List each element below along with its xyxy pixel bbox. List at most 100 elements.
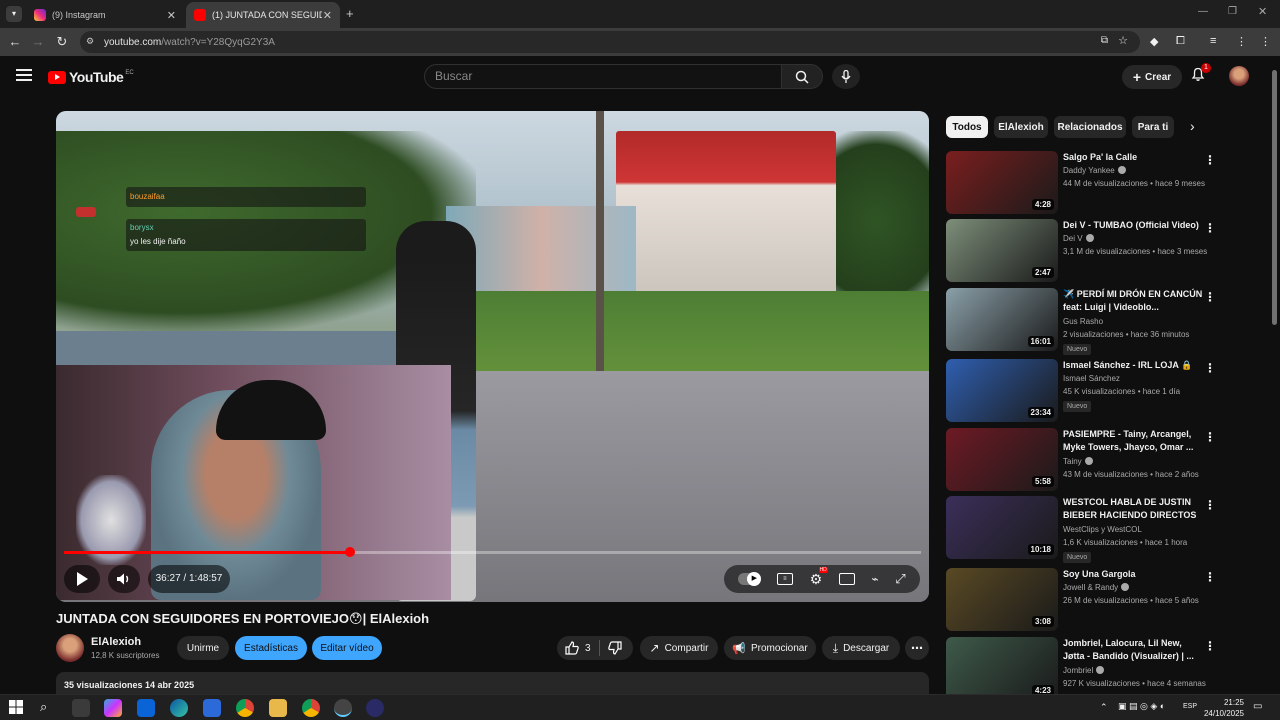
- video-player[interactable]: bouzaifaa borysx yo les dije ñaño 36:27 …: [56, 111, 929, 602]
- close-icon[interactable]: ✕: [167, 9, 176, 22]
- video-thumbnail[interactable]: 5:58: [946, 428, 1058, 491]
- chrome-icon[interactable]: [236, 699, 254, 717]
- windows-start-icon[interactable]: [8, 699, 26, 717]
- thumbs-down-icon[interactable]: [607, 641, 622, 655]
- chrome-profile-icon[interactable]: [302, 699, 320, 717]
- promote-button[interactable]: 📢 Promocionar: [724, 636, 816, 660]
- bookmark-star-icon[interactable]: ☆: [1118, 34, 1128, 47]
- rec-title[interactable]: Ismael Sánchez - IRL LOJA 🔒: [1063, 359, 1203, 372]
- settings-gear-icon[interactable]: ⚙ HD: [810, 566, 828, 588]
- kebab-menu-icon[interactable]: ⋮: [1204, 639, 1216, 653]
- video-thumbnail[interactable]: 3:08: [946, 568, 1058, 631]
- rec-channel[interactable]: WestClips y WestCOL: [1063, 525, 1142, 534]
- active-app-icon[interactable]: [334, 699, 352, 717]
- tab-youtube[interactable]: (1) JUNTADA CON SEGUIDORES ✕: [186, 2, 340, 28]
- rec-channel[interactable]: Dei V: [1063, 234, 1094, 243]
- recommendation-item[interactable]: 2:47 Dei V - TUMBAO (Official Video) Dei V…: [946, 219, 1266, 283]
- chip-for-you[interactable]: Para ti: [1132, 116, 1174, 138]
- progress-bar[interactable]: [64, 547, 921, 557]
- url-field[interactable]: ⚙ youtube.com/watch?v=Y28QyqG2Y3A ⧉ ☆: [80, 31, 1140, 53]
- rec-channel[interactable]: Jombriel: [1063, 666, 1105, 675]
- chip-related[interactable]: Relacionados: [1054, 116, 1126, 138]
- back-button[interactable]: ←: [3, 34, 27, 49]
- task-view-icon[interactable]: [72, 699, 90, 717]
- recommendation-item[interactable]: 16:01 ✈️ PERDÍ MI DRÓN EN CANCÚN feat: Lu…: [946, 288, 1266, 355]
- volume-button[interactable]: [108, 565, 140, 593]
- recommendation-item[interactable]: 23:34 Ismael Sánchez - IRL LOJA 🔒 Ismael S…: [946, 359, 1266, 423]
- rec-title[interactable]: WESTCOL HABLA DE JUSTIN BIEBER HACIENDO …: [1063, 496, 1203, 522]
- kebab-menu-icon[interactable]: ⋮: [1204, 430, 1216, 444]
- rec-channel[interactable]: Jowell & Randy: [1063, 583, 1130, 592]
- tab-search-button[interactable]: ▾: [6, 6, 22, 22]
- download-button[interactable]: ⤓ Descargar: [822, 636, 900, 660]
- video-thumbnail[interactable]: 2:47: [946, 219, 1058, 282]
- close-icon[interactable]: ✕: [323, 9, 332, 22]
- voice-search-button[interactable]: [832, 64, 860, 89]
- language-indicator[interactable]: ESP: [1183, 703, 1197, 710]
- video-thumbnail[interactable]: 10:18: [946, 496, 1058, 559]
- install-icon[interactable]: ⧉: [1101, 35, 1108, 46]
- play-button[interactable]: [64, 565, 100, 593]
- puzzle-icon[interactable]: ⧠: [1176, 35, 1185, 48]
- search-input[interactable]: Buscar: [424, 64, 782, 89]
- rec-title[interactable]: Salgo Pa' la Calle: [1063, 151, 1203, 164]
- kebab-menu-icon[interactable]: ⋮: [1204, 221, 1216, 235]
- tray-icons[interactable]: ▣ ▤ ◎ ◈ ◐: [1118, 701, 1165, 712]
- rec-title[interactable]: Jombriel, Lalocura, Lil New, Jøtta - Ban…: [1063, 637, 1203, 663]
- rec-title[interactable]: Dei V - TUMBAO (Official Video): [1063, 219, 1203, 232]
- notifications-center-icon[interactable]: ▭: [1253, 701, 1262, 712]
- rec-channel[interactable]: Tainy: [1063, 457, 1093, 466]
- cast-icon[interactable]: ⌁: [871, 572, 878, 586]
- recommendation-item[interactable]: 10:18 WESTCOL HABLA DE JUSTIN BIEBER HACI…: [946, 496, 1266, 563]
- file-explorer-icon[interactable]: [269, 699, 287, 717]
- fullscreen-icon[interactable]: ⤢: [895, 571, 905, 587]
- minimize-button[interactable]: —: [1198, 6, 1208, 17]
- join-button[interactable]: Unirme: [177, 636, 229, 660]
- search-icon[interactable]: ⌕: [40, 699, 58, 717]
- kebab-menu-icon[interactable]: ⋮: [1204, 153, 1216, 167]
- channel-avatar[interactable]: [56, 634, 84, 662]
- video-thumbnail[interactable]: 16:01: [946, 288, 1058, 351]
- subtitles-icon[interactable]: ≡: [776, 573, 793, 585]
- maximize-button[interactable]: ❐: [1228, 6, 1237, 17]
- hamburger-menu-icon[interactable]: [16, 69, 32, 81]
- more-actions-icon[interactable]: ⋯: [905, 636, 929, 660]
- tab-instagram[interactable]: (9) Instagram ✕: [26, 2, 184, 28]
- kebab-menu-icon[interactable]: ⋮: [1204, 361, 1216, 375]
- chip-channel[interactable]: ElAlexioh: [994, 116, 1048, 138]
- channel-name[interactable]: ElAlexioh: [91, 636, 141, 648]
- clock[interactable]: 21:25 24/10/2025: [1200, 697, 1244, 719]
- video-thumbnail[interactable]: 4:28: [946, 151, 1058, 214]
- new-tab-button[interactable]: +: [346, 6, 354, 21]
- search-button[interactable]: [781, 64, 823, 89]
- rec-channel[interactable]: Gus Rasho: [1063, 317, 1103, 326]
- window-close-button[interactable]: ✕: [1258, 5, 1267, 18]
- recommendation-item[interactable]: 4:23 Jombriel, Lalocura, Lil New, Jøtta -…: [946, 637, 1266, 701]
- create-button[interactable]: + Crear: [1122, 65, 1182, 89]
- site-info-icon[interactable]: ⚙: [86, 36, 94, 47]
- more-icon[interactable]: ⋮: [1236, 35, 1247, 48]
- autoplay-toggle[interactable]: ▶: [738, 572, 762, 586]
- miniplayer-icon[interactable]: [838, 573, 855, 585]
- reload-button[interactable]: ↻: [50, 34, 74, 50]
- extension-icon[interactable]: ◆: [1150, 35, 1158, 48]
- forward-button[interactable]: →: [26, 34, 50, 49]
- recommendation-item[interactable]: 3:08 Soy Una Gargola Jowell & Randy 26 M de…: [946, 568, 1266, 632]
- store-icon[interactable]: [203, 699, 221, 717]
- kebab-menu-icon[interactable]: ⋮: [1204, 498, 1216, 512]
- scrollbar[interactable]: [1272, 70, 1277, 325]
- outlook-icon[interactable]: [137, 699, 155, 717]
- rec-channel[interactable]: Ismael Sánchez: [1063, 374, 1120, 383]
- edge-icon[interactable]: [170, 699, 188, 717]
- stats-button[interactable]: Estadísticas: [235, 636, 307, 660]
- tray-chevron-icon[interactable]: ⌃: [1100, 702, 1108, 713]
- menu-icon[interactable]: ⋮: [1260, 35, 1271, 48]
- video-thumbnail[interactable]: 23:34: [946, 359, 1058, 422]
- rec-channel[interactable]: Daddy Yankee: [1063, 166, 1126, 175]
- edit-video-button[interactable]: Editar vídeo: [312, 636, 382, 660]
- recommendation-item[interactable]: 5:58 PASIEMPRE - Tainy, Arcangel, Myke To…: [946, 428, 1266, 492]
- playlist-icon[interactable]: ≡: [1210, 35, 1216, 47]
- rec-title[interactable]: Soy Una Gargola: [1063, 568, 1203, 581]
- obs-icon[interactable]: [366, 699, 384, 717]
- share-button[interactable]: ↗ Compartir: [640, 636, 718, 660]
